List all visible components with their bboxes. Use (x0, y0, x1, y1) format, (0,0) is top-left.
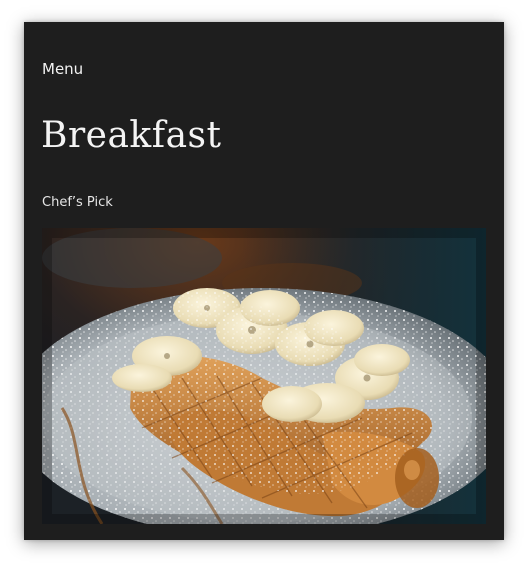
waffle-photo (42, 228, 486, 524)
page: Menu Breakfast Chef’s Pick (0, 0, 528, 566)
page-title: Breakfast (41, 115, 222, 156)
chefs-pick-label: Chef’s Pick (42, 195, 113, 210)
menu-link[interactable]: Menu (42, 60, 83, 78)
menu-card: Menu Breakfast Chef’s Pick (24, 22, 504, 540)
